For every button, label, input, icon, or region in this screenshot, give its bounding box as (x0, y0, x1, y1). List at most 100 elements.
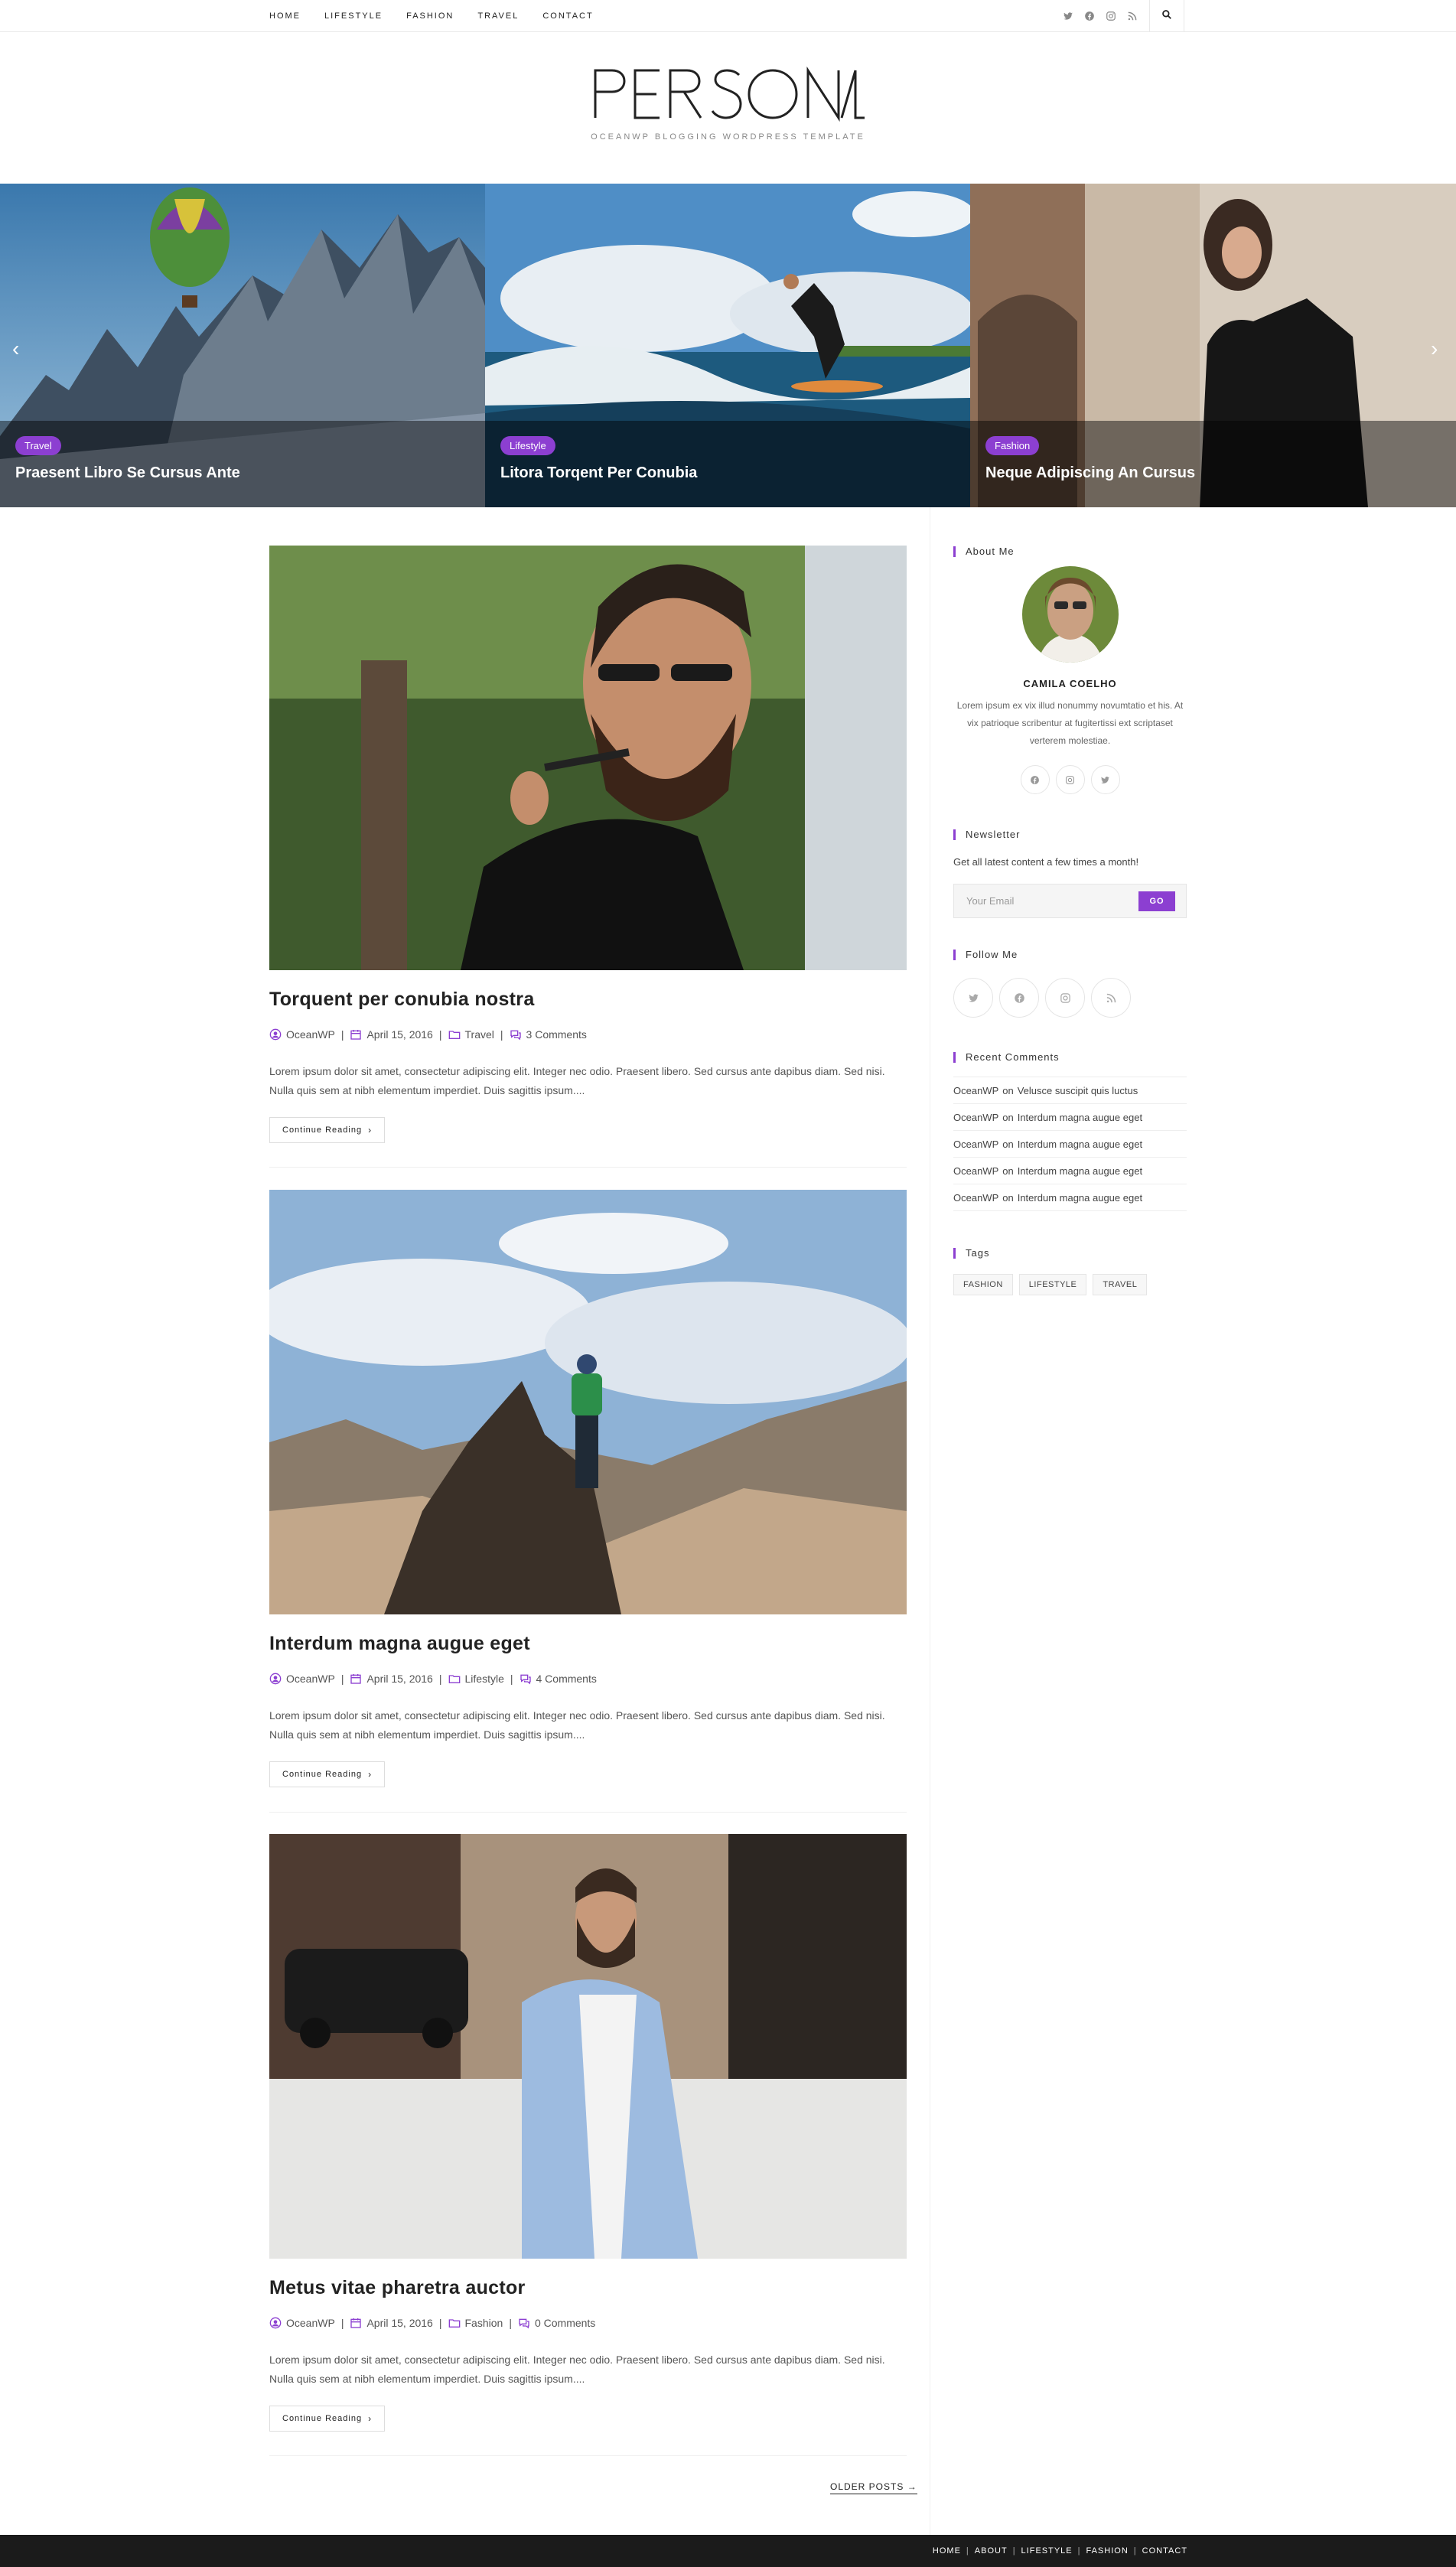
search-button[interactable] (1149, 0, 1184, 32)
post-author[interactable]: OceanWP (286, 1028, 335, 1041)
comments-icon (510, 1028, 522, 1041)
rss-icon[interactable] (1122, 11, 1143, 21)
footer-nav-lifestyle[interactable]: LIFESTYLE (1021, 2546, 1073, 2556)
comment-author[interactable]: OceanWP (953, 1085, 998, 1096)
post-image[interactable] (269, 1190, 907, 1614)
search-icon (1161, 9, 1172, 24)
site-header: OCEANWP BLOGGING WORDPRESS TEMPLATE (0, 32, 1456, 184)
post-divider (269, 2455, 907, 2456)
slide-fashion[interactable]: Fashion Neque Adipiscing An Cursus (970, 184, 1456, 507)
comment-post-link[interactable]: Velusce suscipit quis luctus (1018, 1085, 1138, 1096)
about-name: CAMILA COELHO (1023, 678, 1117, 689)
comment-post-link[interactable]: Interdum magna augue eget (1018, 1165, 1142, 1177)
tag-travel[interactable]: TRAVEL (1093, 1274, 1148, 1295)
footer-nav-contact[interactable]: CONTACT (1142, 2546, 1187, 2556)
slider-next-icon[interactable]: › (1431, 337, 1438, 361)
user-icon (269, 2317, 282, 2329)
main-nav: HOME LIFESTYLE FASHION TRAVEL CONTACT (269, 0, 617, 32)
comment-author[interactable]: OceanWP (953, 1139, 998, 1150)
continue-reading-button[interactable]: Continue Reading › (269, 1117, 386, 1143)
facebook-icon[interactable] (1020, 765, 1050, 794)
slide-title[interactable]: Neque Adipiscing An Cursus (985, 464, 1195, 482)
tag-fashion[interactable]: FASHION (953, 1274, 1013, 1295)
post-title[interactable]: Metus vitae pharetra auctor (269, 2277, 907, 2299)
twitter-icon[interactable] (953, 978, 993, 1018)
facebook-icon[interactable] (1079, 11, 1100, 21)
folder-icon (448, 1673, 461, 1685)
slider-prev-icon[interactable]: ‹ (12, 337, 19, 361)
about-text: Lorem ipsum ex vix illud nonummy novumta… (956, 700, 1184, 746)
post-author[interactable]: OceanWP (286, 1673, 335, 1685)
post-image[interactable] (269, 1834, 907, 2259)
footer-nav-fashion[interactable]: FASHION (1086, 2546, 1128, 2556)
slide-travel[interactable]: Travel Praesent Libro Se Cursus Ante (0, 184, 485, 507)
comment-post-link[interactable]: Interdum magna augue eget (1018, 1192, 1142, 1204)
post-category[interactable]: Lifestyle (465, 1673, 504, 1685)
post-article: Interdum magna augue eget OceanWP | Apri… (269, 1190, 907, 1787)
comment-post-link[interactable]: Interdum magna augue eget (1018, 1112, 1142, 1123)
continue-reading-label: Continue Reading (282, 2414, 363, 2423)
continue-reading-button[interactable]: Continue Reading › (269, 2406, 386, 2432)
post-author[interactable]: OceanWP (286, 2317, 335, 2329)
rss-icon[interactable] (1091, 978, 1131, 1018)
post-meta: OceanWP | April 15, 2016 | Fashion | 0 C… (269, 2317, 907, 2329)
post-comments[interactable]: 3 Comments (526, 1028, 587, 1041)
newsletter-widget-title: Newsletter (953, 829, 1020, 840)
footer-nav-about[interactable]: ABOUT (975, 2546, 1008, 2556)
post-image[interactable] (269, 546, 907, 970)
post-date: April 15, 2016 (366, 1673, 433, 1685)
post-title[interactable]: Torquent per conubia nostra (269, 989, 907, 1011)
footer-nav-home[interactable]: HOME (933, 2546, 961, 2556)
post-divider (269, 1167, 907, 1168)
older-posts-link[interactable]: OLDER POSTS → (830, 2481, 917, 2494)
instagram-icon[interactable] (1055, 765, 1085, 794)
comment-author[interactable]: OceanWP (953, 1192, 998, 1204)
post-title[interactable]: Interdum magna augue eget (269, 1633, 907, 1655)
chevron-right-icon: › (368, 1769, 373, 1780)
site-logo[interactable] (589, 63, 865, 124)
continue-reading-button[interactable]: Continue Reading › (269, 1761, 386, 1787)
recent-comments-title: Recent Comments (953, 1051, 1060, 1063)
nav-lifestyle[interactable]: LIFESTYLE (324, 11, 383, 21)
post-date: April 15, 2016 (366, 2317, 433, 2329)
footer-separator: | (966, 2546, 969, 2556)
twitter-icon[interactable] (1057, 11, 1079, 21)
slide-title[interactable]: Litora Torqent Per Conubia (500, 464, 697, 482)
post-category[interactable]: Fashion (465, 2317, 503, 2329)
meta-separator: | (340, 1673, 344, 1685)
slide-category-badge[interactable]: Fashion (985, 436, 1040, 455)
slide-lifestyle[interactable]: Lifestyle Litora Torqent Per Conubia (485, 184, 970, 507)
calendar-icon (350, 1673, 362, 1685)
slide-title[interactable]: Praesent Libro Se Cursus Ante (15, 464, 240, 482)
nav-fashion[interactable]: FASHION (406, 11, 454, 21)
comment-author[interactable]: OceanWP (953, 1112, 998, 1123)
instagram-icon[interactable] (1100, 11, 1122, 21)
on-word: on (1002, 1111, 1014, 1123)
user-icon (269, 1028, 282, 1041)
slide-category-badge[interactable]: Lifestyle (500, 436, 555, 455)
post-category[interactable]: Travel (465, 1028, 494, 1041)
post-meta: OceanWP | April 15, 2016 | Travel | 3 Co… (269, 1028, 907, 1041)
meta-separator: | (340, 2317, 344, 2329)
slide-category-badge[interactable]: Travel (15, 436, 61, 455)
email-field[interactable]: Your Email (966, 895, 1014, 907)
nav-contact[interactable]: CONTACT (542, 11, 593, 21)
about-widget: CAMILA COELHO Lorem ipsum ex vix illud n… (953, 566, 1187, 794)
tag-lifestyle[interactable]: LIFESTYLE (1018, 1274, 1087, 1295)
on-word: on (1002, 1165, 1014, 1177)
facebook-icon[interactable] (999, 978, 1039, 1018)
subscribe-button[interactable]: GO (1138, 891, 1175, 911)
meta-separator: | (510, 1673, 513, 1685)
post-comments[interactable]: 4 Comments (536, 1673, 597, 1685)
nav-home[interactable]: HOME (269, 11, 301, 21)
nav-travel[interactable]: TRAVEL (477, 11, 519, 21)
post-comments[interactable]: 0 Comments (535, 2317, 595, 2329)
top-bar: HOME LIFESTYLE FASHION TRAVEL CONTACT (0, 0, 1456, 32)
comment-post-link[interactable]: Interdum magna augue eget (1018, 1139, 1142, 1150)
tag-cloud: FASHION LIFESTYLE TRAVEL (953, 1274, 1148, 1295)
instagram-icon[interactable] (1045, 978, 1085, 1018)
twitter-icon[interactable] (1090, 765, 1120, 794)
comment-author[interactable]: OceanWP (953, 1165, 998, 1177)
list-item: OceanWP on Interdum magna augue eget (953, 1103, 1187, 1131)
calendar-icon (350, 2317, 362, 2329)
